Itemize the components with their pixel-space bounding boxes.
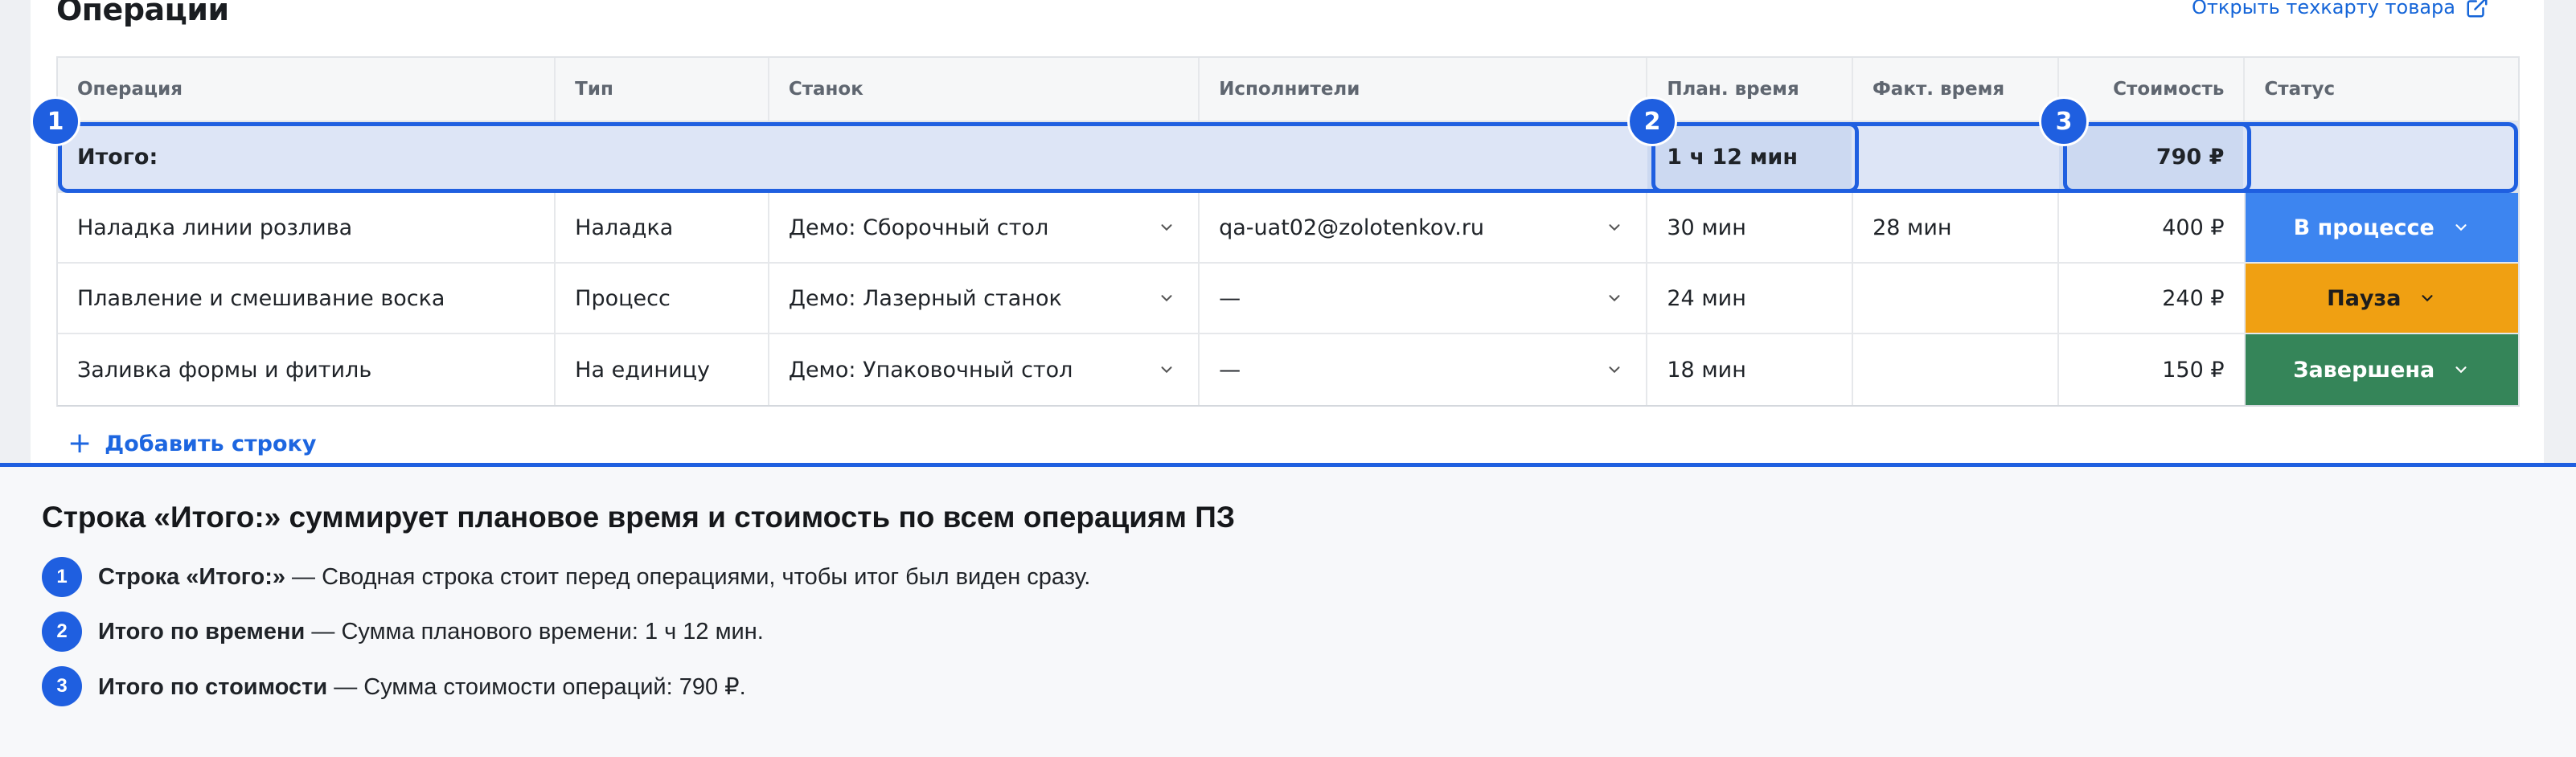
chevron-down-icon [1609, 295, 1620, 302]
executor-select-value: — [1219, 285, 1241, 311]
table-row: Плавление и смешивание воска Процесс Дем… [58, 264, 2519, 334]
chevron-down-icon [2422, 295, 2434, 302]
callout-badge-3: 3 [2039, 96, 2089, 146]
executor-select-value: qa-uat02@zolotenkov.ru [1219, 215, 1485, 240]
column-header-plan-time[interactable]: План. время [1647, 58, 1853, 121]
operation-type: Процесс [556, 264, 769, 333]
note-item: 2 Итого по времени — Сумма планового вре… [42, 612, 764, 652]
plus-icon: + [68, 427, 92, 460]
chevron-down-icon [1161, 295, 1172, 302]
explanation-panel: Строка «Итого:» суммирует плановое время… [0, 463, 2576, 757]
chevron-down-icon [1161, 224, 1172, 231]
note-number-badge: 3 [42, 666, 82, 706]
highlight-total-cost [2063, 122, 2251, 193]
column-header-type[interactable]: Тип [556, 58, 769, 121]
note-text: Итого по стоимости — Сумма стоимости опе… [98, 673, 746, 701]
column-header-fact-time[interactable]: Факт. время [1853, 58, 2059, 121]
executor-select-value: — [1219, 357, 1241, 383]
machine-select[interactable]: Демо: Сборочный стол [769, 193, 1200, 262]
executor-select[interactable]: — [1200, 264, 1648, 333]
operation-type: Наладка [556, 193, 769, 262]
machine-select-value: Демо: Лазерный станок [788, 285, 1062, 311]
note-term: Строка «Итого:» [98, 563, 285, 590]
external-link-icon [2467, 0, 2488, 18]
chevron-down-icon [2455, 224, 2467, 231]
open-techcard-label: Открыть техкарту товара [2192, 0, 2455, 18]
executor-select[interactable]: qa-uat02@zolotenkov.ru [1200, 193, 1648, 262]
chevron-down-icon [1161, 366, 1172, 374]
section-title: Операции [56, 0, 229, 27]
note-term: Итого по времени [98, 618, 306, 644]
operation-name: Наладка линии розлива [58, 193, 556, 262]
open-techcard-link[interactable]: Открыть техкарту товара [2192, 0, 2489, 19]
chevron-down-icon [1609, 366, 1620, 374]
cost: 400 ₽ [2059, 193, 2246, 262]
fact-time [1853, 334, 2059, 405]
chevron-down-icon [2455, 366, 2467, 374]
column-header-executors[interactable]: Исполнители [1200, 58, 1648, 121]
operation-type: На единицу [556, 334, 769, 405]
callout-badge-1: 1 [31, 96, 80, 146]
note-number-badge: 1 [42, 557, 82, 597]
note-text: Строка «Итого:» — Сводная строка стоит п… [98, 564, 1090, 591]
note-text: Итого по времени — Сумма планового време… [98, 619, 764, 645]
executor-select[interactable]: — [1200, 334, 1648, 405]
fact-time [1853, 264, 2059, 333]
fact-time: 28 мин [1853, 193, 2059, 262]
status-label: Завершена [2293, 357, 2435, 383]
machine-select-value: Демо: Упаковочный стол [788, 357, 1073, 383]
machine-select[interactable]: Демо: Лазерный станок [769, 264, 1200, 333]
add-row-button[interactable]: + Добавить строку [68, 429, 316, 458]
note-description: — Сводная строка стоит перед операциями,… [285, 563, 1091, 590]
highlight-total-plan-time [1651, 122, 1859, 193]
operation-name: Заливка формы и фитиль [58, 334, 556, 405]
table-row: Наладка линии розлива Наладка Демо: Сбор… [58, 193, 2519, 264]
note-description: — Сумма стоимости операций: 790 ₽. [327, 673, 746, 700]
status-label: Пауза [2327, 285, 2402, 311]
machine-select[interactable]: Демо: Упаковочный стол [769, 334, 1200, 405]
column-header-machine[interactable]: Станок [769, 58, 1200, 121]
table-row: Заливка формы и фитиль На единицу Демо: … [58, 334, 2519, 405]
table-header: Операция Тип Станок Исполнители План. вр… [58, 58, 2518, 122]
add-row-label: Добавить строку [105, 431, 317, 456]
status-dropdown-done[interactable]: Завершена [2245, 334, 2519, 405]
plan-time: 30 мин [1647, 193, 1854, 262]
cost: 150 ₽ [2059, 334, 2246, 405]
status-dropdown-pause[interactable]: Пауза [2245, 264, 2519, 333]
machine-select-value: Демо: Сборочный стол [788, 215, 1049, 240]
explanation-title: Строка «Итого:» суммирует плановое время… [42, 501, 1236, 534]
status-label: В процессе [2293, 215, 2434, 240]
note-number-badge: 2 [42, 612, 82, 652]
note-item: 1 Строка «Итого:» — Сводная строка стоит… [42, 557, 1090, 597]
column-header-status[interactable]: Статус [2245, 58, 2518, 121]
column-header-operation[interactable]: Операция [58, 58, 556, 121]
note-term: Итого по стоимости [98, 673, 328, 700]
note-item: 3 Итого по стоимости — Сумма стоимости о… [42, 666, 746, 706]
cost: 240 ₽ [2059, 264, 2246, 333]
note-description: — Сумма планового времени: 1 ч 12 мин. [305, 618, 764, 644]
status-dropdown-in-progress[interactable]: В процессе [2245, 193, 2519, 262]
screen: Операции Открыть техкарту товара Операци… [0, 0, 2576, 757]
callout-badge-2: 2 [1627, 96, 1677, 146]
plan-time: 18 мин [1647, 334, 1854, 405]
operations-table: Операция Тип Станок Исполнители План. вр… [56, 56, 2520, 407]
operation-name: Плавление и смешивание воска [58, 264, 556, 333]
chevron-down-icon [1609, 224, 1620, 231]
plan-time: 24 мин [1647, 264, 1854, 333]
